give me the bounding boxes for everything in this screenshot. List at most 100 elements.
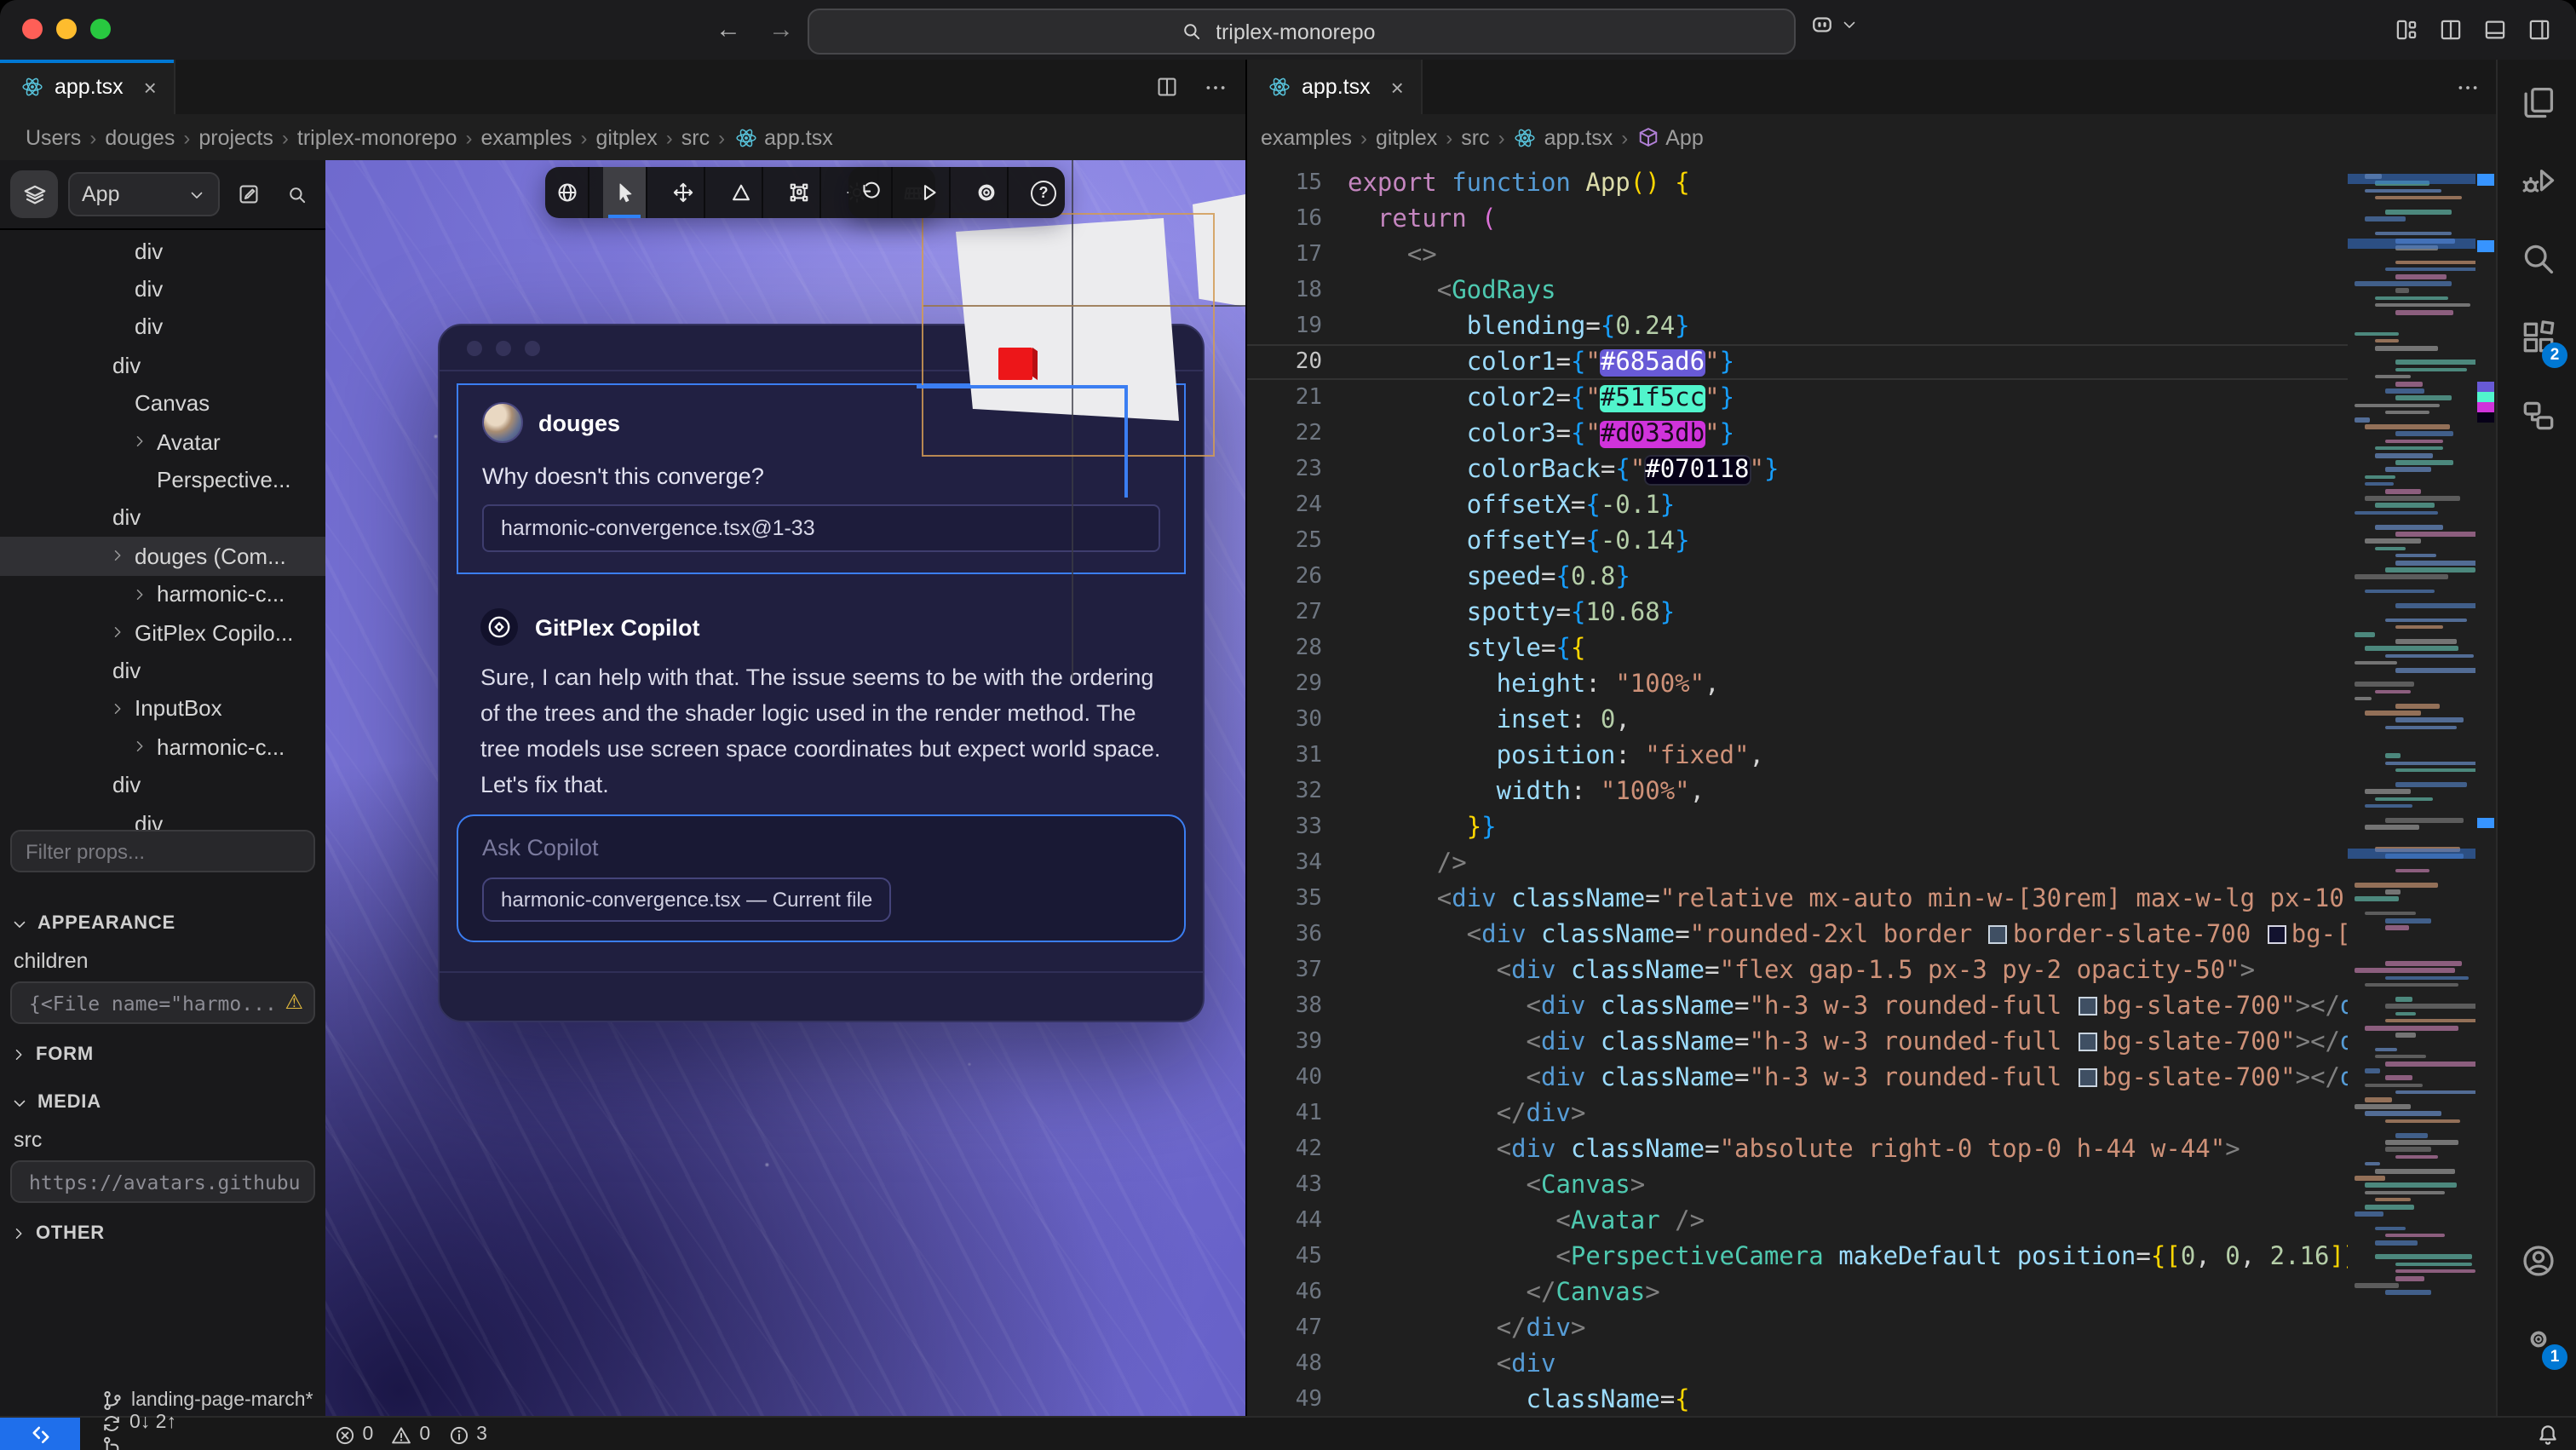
- prop-input-src[interactable]: [10, 1160, 315, 1203]
- tree-item[interactable]: div: [0, 270, 325, 308]
- breadcrumb-item[interactable]: gitplex: [596, 125, 658, 149]
- toggle-panel-icon[interactable]: [2482, 17, 2508, 43]
- code-line[interactable]: 29 height: "100%",: [1247, 666, 2348, 702]
- prop-input-children[interactable]: [10, 981, 315, 1024]
- undo-tool-button[interactable]: [848, 167, 893, 218]
- debug-activity-button[interactable]: [2498, 141, 2576, 220]
- tree-item[interactable]: div: [0, 652, 325, 690]
- scrollbar-strip[interactable]: [2475, 160, 2498, 1416]
- search-input[interactable]: [1212, 18, 1423, 45]
- tab-app-tsx-left[interactable]: app.tsx ×: [0, 60, 175, 114]
- tab-app-tsx-right[interactable]: app.tsx ×: [1247, 60, 1423, 114]
- tree-item[interactable]: div: [0, 766, 325, 804]
- code-line[interactable]: 28 style={{: [1247, 630, 2348, 666]
- notifications-button[interactable]: [2535, 1418, 2561, 1450]
- section-header-other[interactable]: OTHER: [10, 1213, 315, 1254]
- tree-item[interactable]: Canvas: [0, 384, 325, 423]
- code-line[interactable]: 41 </div>: [1247, 1096, 2348, 1131]
- code-line[interactable]: 25 offsetY={-0.14}: [1247, 523, 2348, 559]
- tree-item[interactable]: InputBox: [0, 689, 325, 728]
- breadcrumb-item[interactable]: examples: [1261, 125, 1352, 149]
- code-line[interactable]: 20 color1={"#685ad6"}: [1247, 344, 2348, 380]
- toggle-secondary-sidebar-icon[interactable]: [2527, 17, 2552, 43]
- code-line[interactable]: 21 color2={"#51f5cc"}: [1247, 380, 2348, 416]
- code-line[interactable]: 34 />: [1247, 845, 2348, 881]
- component-select[interactable]: App: [68, 172, 220, 216]
- code-line[interactable]: 46 </Canvas>: [1247, 1275, 2348, 1310]
- chevron-right-icon[interactable]: [131, 433, 148, 450]
- extensions-activity-button[interactable]: 2: [2498, 298, 2576, 377]
- tree-item[interactable]: div: [0, 346, 325, 384]
- tree-item[interactable]: douges (Com...: [0, 537, 325, 575]
- tree-item[interactable]: Perspective...: [0, 461, 325, 499]
- split-editor-icon[interactable]: [1155, 75, 1179, 99]
- tree-item[interactable]: div: [0, 232, 325, 270]
- chevron-right-icon[interactable]: [131, 585, 148, 602]
- split-editor-vertical-icon[interactable]: [2438, 17, 2464, 43]
- code-line[interactable]: 39 <div className="h-3 w-3 rounded-full …: [1247, 1024, 2348, 1060]
- color-swatch[interactable]: [2079, 1032, 2097, 1050]
- remote-indicator[interactable]: [0, 1418, 80, 1450]
- filter-props-input[interactable]: [10, 830, 315, 872]
- chevron-right-icon[interactable]: [109, 548, 126, 565]
- tree-item[interactable]: harmonic-c...: [0, 728, 325, 766]
- cone-tool-button[interactable]: [719, 167, 763, 218]
- copilot-menu[interactable]: [1809, 12, 1859, 37]
- minimize-window-button[interactable]: [56, 19, 77, 39]
- code-line[interactable]: 32 width: "100%",: [1247, 774, 2348, 809]
- code-line[interactable]: 15export function App() {: [1247, 165, 2348, 201]
- code-line[interactable]: 44 <Avatar />: [1247, 1203, 2348, 1239]
- files-activity-button[interactable]: [2498, 63, 2576, 141]
- layers-button[interactable]: [10, 170, 58, 218]
- code-line[interactable]: 36 <div className="rounded-2xl border bo…: [1247, 917, 2348, 952]
- code-line[interactable]: 31 position: "fixed",: [1247, 738, 2348, 774]
- code-line[interactable]: 42 <div className="absolute right-0 top-…: [1247, 1131, 2348, 1167]
- scene-viewport[interactable]: douges Why doesn't this converge? harmon…: [325, 160, 1245, 1416]
- code-line[interactable]: 19 blending={0.24}: [1247, 308, 2348, 344]
- code-line[interactable]: 26 speed={0.8}: [1247, 559, 2348, 595]
- section-header-appearance[interactable]: APPEARANCE: [10, 903, 315, 944]
- code-line[interactable]: 35 <div className="relative mx-auto min-…: [1247, 881, 2348, 917]
- search-side-activity-button[interactable]: [2498, 220, 2576, 298]
- status-item[interactable]: landing-page-march*: [101, 1388, 313, 1412]
- current-file-chip[interactable]: harmonic-convergence.tsx — Current file: [482, 877, 891, 922]
- forward-arrow-icon[interactable]: →: [768, 15, 794, 44]
- breadcrumb-item[interactable]: triplex-monorepo: [297, 125, 457, 149]
- tree-item[interactable]: Avatar: [0, 423, 325, 461]
- file-reference-chip[interactable]: harmonic-convergence.tsx@1-33: [482, 504, 1160, 552]
- code-line[interactable]: 18 <GodRays: [1247, 273, 2348, 308]
- ask-copilot-input[interactable]: Ask Copilot harmonic-convergence.tsx — C…: [457, 814, 1186, 942]
- code-editor[interactable]: 15export function App() {16 return (17 <…: [1245, 160, 2498, 1416]
- zoom-window-button[interactable]: [90, 19, 111, 39]
- search-components-button[interactable]: [278, 175, 315, 213]
- status-item[interactable]: [101, 1434, 313, 1450]
- breadcrumb-item[interactable]: src: [1461, 125, 1489, 149]
- back-arrow-icon[interactable]: ←: [716, 15, 741, 44]
- tree-item[interactable]: div: [0, 308, 325, 347]
- breadcrumb-item[interactable]: gitplex: [1376, 125, 1437, 149]
- breadcrumb-item[interactable]: examples: [481, 125, 572, 149]
- code-line[interactable]: 16 return (: [1247, 201, 2348, 237]
- code-line[interactable]: 22 color3={"#d033db"}: [1247, 416, 2348, 452]
- edit-component-button[interactable]: [230, 175, 267, 213]
- code-line[interactable]: 27 spotty={10.68}: [1247, 595, 2348, 630]
- tree-item[interactable]: div: [0, 498, 325, 537]
- chevron-right-icon[interactable]: [109, 700, 126, 717]
- code-line[interactable]: 30 inset: 0,: [1247, 702, 2348, 738]
- close-tab-icon[interactable]: ×: [144, 74, 157, 100]
- chevron-right-sm-icon[interactable]: [10, 1225, 27, 1242]
- gear-activity-button[interactable]: 1: [2498, 1300, 2576, 1378]
- breadcrumb-item[interactable]: App: [1636, 125, 1704, 149]
- code-line[interactable]: 43 <Canvas>: [1247, 1167, 2348, 1203]
- references-activity-button[interactable]: [2498, 377, 2576, 455]
- help-tool-button[interactable]: ?: [1022, 167, 1065, 218]
- breadcrumb-item[interactable]: projects: [198, 125, 273, 149]
- color-swatch[interactable]: [2079, 1067, 2097, 1086]
- tree-item[interactable]: harmonic-c...: [0, 575, 325, 613]
- color-swatch[interactable]: [2079, 996, 2097, 1015]
- more-actions-icon[interactable]: [1203, 74, 1228, 100]
- code-line[interactable]: 37 <div className="flex gap-1.5 px-3 py-…: [1247, 952, 2348, 988]
- customize-layout-icon[interactable]: [2394, 17, 2419, 43]
- code-line[interactable]: 40 <div className="h-3 w-3 rounded-full …: [1247, 1060, 2348, 1096]
- breadcrumb-item[interactable]: douges: [105, 125, 175, 149]
